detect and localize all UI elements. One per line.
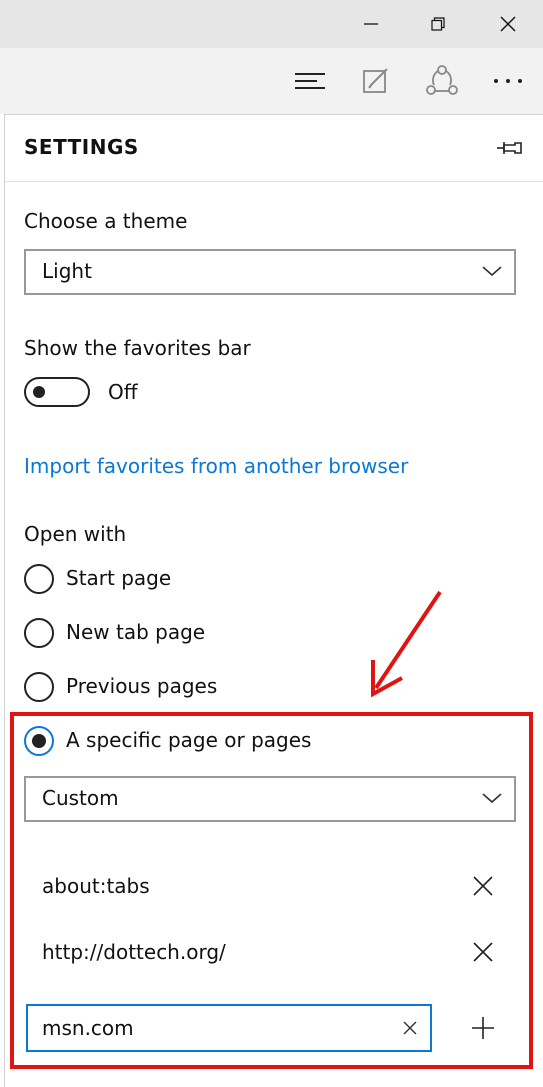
settings-header: SETTINGS (5, 115, 543, 182)
favorites-bar-toggle[interactable] (24, 377, 90, 407)
theme-value: Light (42, 259, 92, 283)
pin-button[interactable] (495, 135, 525, 161)
annotation-highlight-box (10, 712, 533, 1069)
browser-toolbar (0, 48, 543, 114)
import-favorites-link[interactable]: Import favorites from another browser (24, 454, 408, 478)
open-with-label: Open with (24, 522, 127, 546)
restore-button[interactable] (405, 0, 471, 48)
close-button[interactable] (475, 0, 541, 48)
radio-new-tab-page[interactable] (24, 618, 54, 648)
theme-dropdown[interactable]: Light (24, 249, 516, 295)
pin-icon (497, 142, 522, 154)
minimize-button[interactable] (338, 0, 404, 48)
radio-start-page[interactable] (24, 564, 54, 594)
hub-icon (295, 73, 325, 89)
settings-title: SETTINGS (24, 135, 139, 159)
share-button[interactable] (412, 56, 472, 106)
web-note-button[interactable] (346, 56, 406, 106)
theme-label: Choose a theme (24, 209, 188, 233)
toggle-knob (33, 386, 45, 398)
radio-previous-pages-label: Previous pages (66, 674, 218, 698)
radio-previous-pages[interactable] (24, 672, 54, 702)
close-icon (500, 16, 516, 32)
share-icon (426, 65, 458, 95)
restore-icon (431, 17, 445, 31)
annotation-arrow-icon (371, 590, 442, 698)
favorites-bar-label: Show the favorites bar (24, 336, 251, 360)
more-button[interactable] (478, 56, 538, 106)
radio-start-page-label: Start page (66, 566, 172, 590)
window-title-bar (0, 0, 543, 48)
chevron-down-icon (482, 266, 502, 277)
more-icon (494, 79, 522, 83)
favorites-bar-state: Off (108, 380, 138, 404)
radio-new-tab-page-label: New tab page (66, 620, 206, 644)
web-note-icon (363, 68, 388, 93)
minimize-icon (364, 23, 378, 25)
hub-button[interactable] (280, 56, 340, 106)
